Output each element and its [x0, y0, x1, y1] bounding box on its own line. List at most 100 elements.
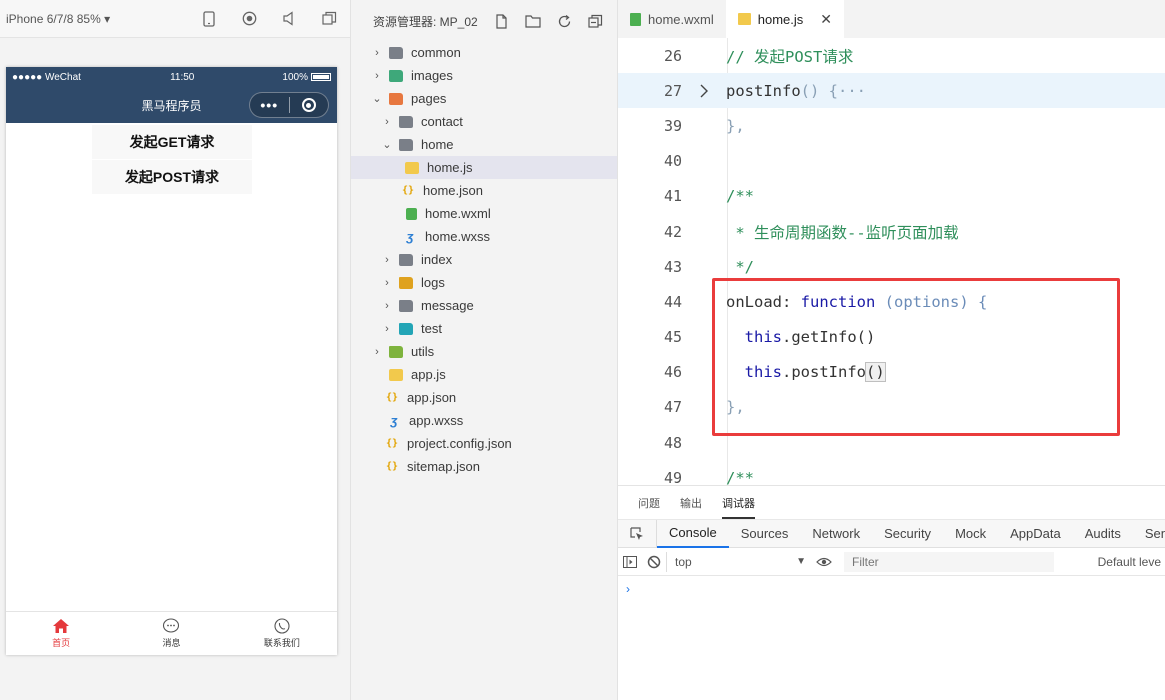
tab-debugger[interactable]: 调试器 — [722, 495, 755, 519]
menu-capsule[interactable]: ••• — [249, 92, 329, 118]
tab-contact-label: 联系我们 — [263, 638, 300, 648]
panel-tabs: 问题 输出 调试器 — [618, 486, 1165, 520]
console-filter-input[interactable] — [844, 551, 1054, 572]
line-number: 42 — [663, 222, 682, 241]
chevron-right-icon: › — [385, 253, 389, 266]
code-editor: home.wxml home.js ✕ 26 // 发起POST请求 27 po… — [617, 0, 1165, 487]
tree-folder-message[interactable]: › message — [351, 294, 618, 317]
tree-file-app-json[interactable]: {} app.json — [351, 386, 618, 409]
simulator-pane: iPhone 6/7/8 85% ▾ ●●●●● WeChat 11:50 10… — [0, 0, 350, 700]
chevron-right-icon: › — [385, 322, 389, 335]
tree-file-home-js[interactable]: home.js — [351, 156, 618, 179]
clear-console-icon[interactable] — [642, 555, 666, 569]
console-prompt[interactable]: › — [618, 576, 1165, 602]
tree-folder-common[interactable]: › common — [351, 41, 618, 64]
carrier-label: ●●●●● WeChat — [12, 71, 81, 83]
tree-label: common — [411, 45, 461, 60]
tree-label: index — [421, 252, 453, 267]
battery-label: 100% — [282, 71, 308, 83]
tab-home-wxml[interactable]: home.wxml — [618, 0, 726, 38]
tab-output[interactable]: 输出 — [680, 495, 702, 511]
chevron-right-icon: › — [375, 345, 379, 358]
line-code: postInfo() {··· — [726, 81, 866, 100]
chevron-down-icon: ⌄ — [382, 139, 392, 151]
device-selector[interactable]: iPhone 6/7/8 85% ▾ — [6, 12, 110, 26]
console-toolbar: top ▼ Default leve — [618, 548, 1165, 576]
tree-file-home-wxss[interactable]: ʒ home.wxss — [351, 225, 618, 248]
tree-folder-pages[interactable]: ⌄ pages — [351, 87, 618, 110]
tree-folder-contact[interactable]: › contact — [351, 110, 618, 133]
record-icon[interactable] — [240, 10, 258, 28]
tree-file-sitemap[interactable]: {} sitemap.json — [351, 455, 618, 478]
devtools-tab-sensors[interactable]: Senso — [1133, 520, 1165, 548]
tab-message[interactable]: 消息 — [116, 612, 226, 655]
tree-folder-index[interactable]: › index — [351, 248, 618, 271]
tab-problems[interactable]: 问题 — [638, 495, 660, 511]
inspect-element-icon[interactable] — [618, 519, 657, 548]
devtools-tab-audits[interactable]: Audits — [1073, 520, 1133, 548]
tree-folder-test[interactable]: › test — [351, 317, 618, 340]
new-file-icon[interactable] — [494, 13, 509, 29]
devtools-tab-console[interactable]: Console — [657, 520, 729, 548]
tree-file-app-wxss[interactable]: ʒ app.wxss — [351, 409, 618, 432]
js-file-icon — [737, 13, 751, 25]
close-icon[interactable]: ✕ — [820, 11, 832, 28]
post-request-button[interactable]: 发起POST请求 — [92, 160, 252, 194]
tree-folder-logs[interactable]: › logs — [351, 271, 618, 294]
tree-file-app-js[interactable]: app.js — [351, 363, 618, 386]
tree-folder-utils[interactable]: › utils — [351, 340, 618, 363]
tree-label: home — [421, 137, 454, 152]
tab-home-label: 首页 — [52, 638, 71, 648]
refresh-icon[interactable] — [557, 14, 572, 29]
close-mini-program-icon[interactable] — [290, 98, 329, 112]
fold-chevron-icon[interactable] — [682, 83, 726, 99]
popout-icon[interactable] — [320, 10, 338, 28]
phone-nav-bar: 黑马程序员 ••• — [6, 87, 337, 123]
tree-label: logs — [421, 275, 445, 290]
line-number: 43 — [663, 257, 682, 276]
tree-label: message — [421, 298, 474, 313]
devtools-tab-appdata[interactable]: AppData — [998, 520, 1073, 548]
log-levels-select[interactable]: Default leve — [1098, 555, 1165, 569]
tree-folder-images[interactable]: › images — [351, 64, 618, 87]
battery-icon — [311, 73, 331, 81]
tab-home[interactable]: 首页 — [6, 612, 116, 655]
phone-icon[interactable] — [200, 10, 218, 28]
pages-folder-icon — [389, 92, 403, 105]
devtools-tab-network[interactable]: Network — [800, 520, 872, 548]
tree-file-home-json[interactable]: {} home.json — [351, 179, 618, 202]
wxss-file-icon: ʒ — [390, 413, 398, 428]
collapse-all-icon[interactable] — [588, 14, 603, 29]
devtools-tab-mock[interactable]: Mock — [943, 520, 998, 548]
folder-icon — [389, 46, 403, 59]
tab-contact[interactable]: 联系我们 — [227, 612, 337, 655]
get-request-button[interactable]: 发起GET请求 — [92, 125, 252, 159]
folder-icon — [399, 253, 413, 266]
line-number: 45 — [663, 328, 682, 347]
sidebar-toggle-icon[interactable] — [618, 555, 642, 568]
new-folder-icon[interactable] — [525, 14, 541, 28]
phone-icon — [274, 618, 290, 634]
tab-home-js[interactable]: home.js ✕ — [725, 0, 845, 38]
code-line: 39 }, — [618, 108, 1165, 143]
home-icon — [53, 619, 70, 633]
volume-icon[interactable] — [280, 10, 298, 28]
tab-label: home.js — [757, 11, 804, 27]
line-number: 26 — [663, 46, 682, 65]
devtools-tab-sources[interactable]: Sources — [729, 520, 801, 548]
tree-label: sitemap.json — [407, 459, 480, 474]
tree-label: app.js — [411, 367, 446, 382]
line-code: /** — [726, 187, 754, 206]
eye-icon[interactable] — [812, 557, 836, 567]
devtools-tab-security[interactable]: Security — [872, 520, 943, 548]
more-icon[interactable]: ••• — [250, 97, 289, 113]
line-number: 40 — [663, 152, 682, 171]
tree-file-home-wxml[interactable]: home.wxml — [351, 202, 618, 225]
tree-label: home.wxss — [425, 229, 491, 244]
tree-label: utils — [411, 344, 435, 359]
folder-icon — [399, 299, 413, 312]
tree-folder-home[interactable]: ⌄ home — [351, 133, 618, 156]
tree-file-project-config[interactable]: {} project.config.json — [351, 432, 618, 455]
context-select[interactable]: top ▼ — [666, 551, 806, 572]
simulator-toolbar: iPhone 6/7/8 85% ▾ — [0, 0, 350, 38]
